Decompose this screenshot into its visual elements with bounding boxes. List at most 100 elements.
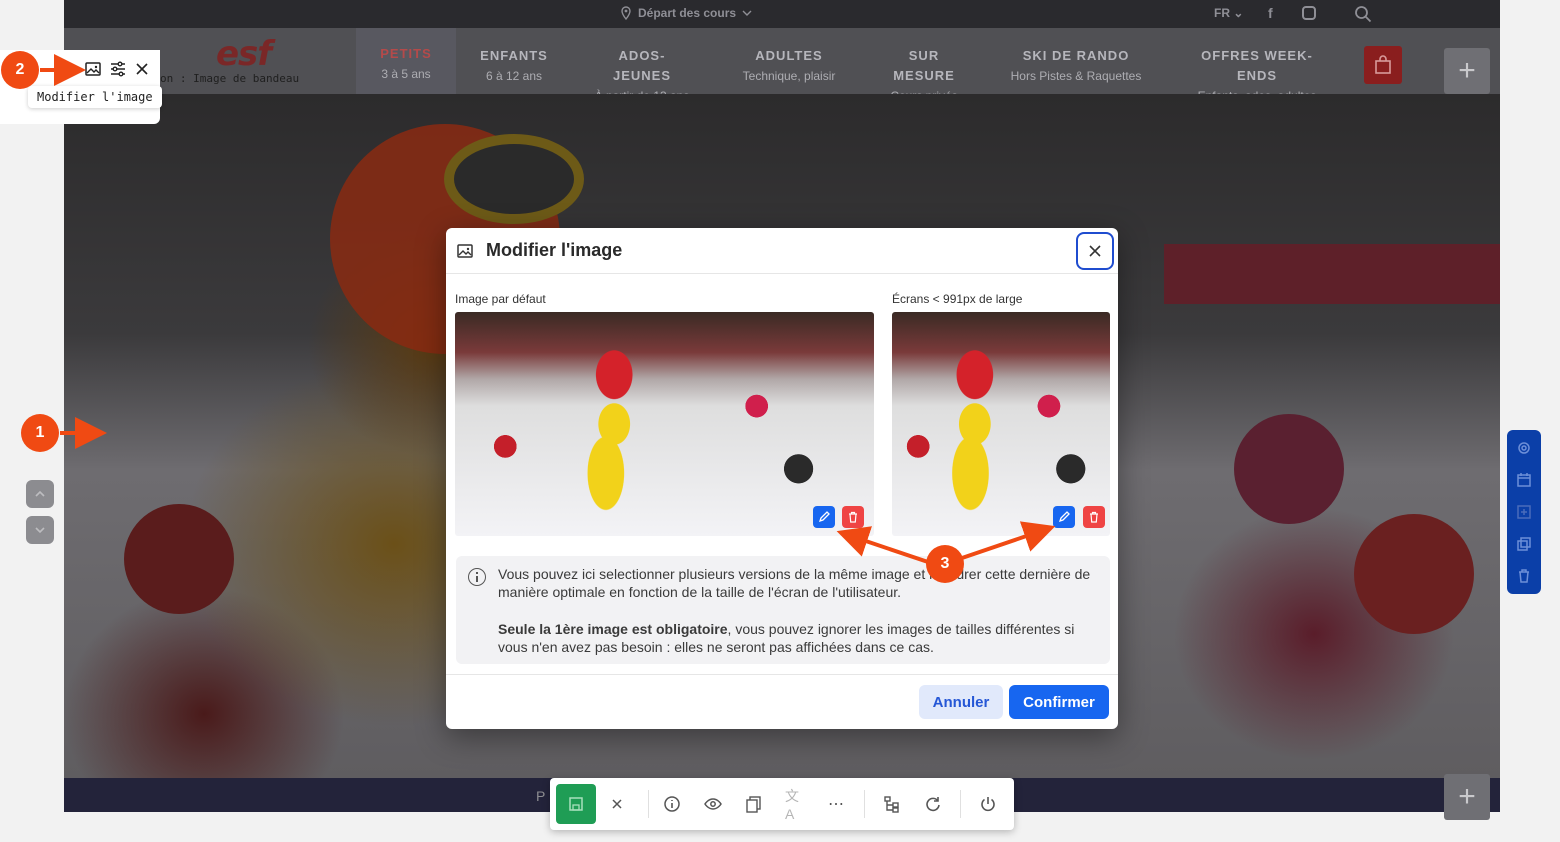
section-side-toolbar (1507, 430, 1541, 594)
trash-icon (849, 511, 857, 523)
nav-title: ENFANTS (480, 48, 548, 63)
section-name-label: on : Image de bandeau (160, 72, 300, 85)
nav-title-line1: SUR (908, 48, 940, 63)
annotation-badge-3: 3 (926, 545, 964, 583)
hero-kid-shape (1234, 414, 1344, 524)
depart-label: Départ des cours (638, 6, 737, 20)
tree-icon[interactable] (882, 794, 902, 814)
translate-icon[interactable]: 文A (785, 788, 805, 822)
nav-item-ski-de-rando[interactable]: SKI DE RANDO Hors Pistes & Raquettes (996, 46, 1156, 86)
small-screen-image-preview[interactable] (892, 312, 1110, 536)
nav-title-line2: JEUNES (612, 68, 672, 83)
modal-close-button[interactable] (1076, 232, 1114, 270)
partial-text: P (536, 788, 546, 804)
refresh-icon[interactable] (923, 794, 943, 814)
edit-default-image-button[interactable] (813, 506, 835, 528)
editor-bottom-toolbar: P 文A ⋯ (536, 778, 1014, 830)
pages-icon[interactable] (744, 794, 764, 814)
preview-photo (455, 312, 874, 536)
modal-header: Modifier l'image (446, 228, 1118, 274)
language-label: FR (1214, 6, 1230, 20)
trash-icon[interactable] (1516, 568, 1532, 584)
add-section-top-button[interactable]: + (1444, 48, 1490, 94)
modal-title: Modifier l'image (486, 240, 623, 260)
modal-footer-divider (446, 674, 1118, 675)
shopping-bag-icon (1375, 55, 1391, 74)
add-section-bottom-button[interactable]: + (1444, 774, 1490, 820)
trash-icon (1090, 511, 1098, 523)
image-icon[interactable] (84, 60, 102, 78)
nav-sub: 6 à 12 ans (485, 69, 543, 83)
move-up-button[interactable] (26, 480, 54, 508)
small-screen-image-label: Écrans < 991px de large (892, 292, 1023, 306)
chevron-down-icon (35, 527, 45, 534)
toolbar-divider (648, 790, 649, 818)
chevron-down-icon (742, 10, 752, 16)
pencil-icon (818, 511, 830, 523)
info-icon (468, 568, 486, 586)
hero-esf-banner-shape (1164, 244, 1500, 304)
modifier-image-modal: Modifier l'image Image par défaut Écrans… (446, 228, 1118, 729)
esf-logo[interactable]: esf (216, 34, 272, 74)
image-icon (457, 244, 473, 258)
sliders-icon[interactable] (109, 60, 127, 78)
info-icon[interactable] (662, 794, 682, 814)
language-selector[interactable]: FR ⌄ (1214, 6, 1243, 20)
confirm-button[interactable]: Confirmer (1009, 685, 1109, 719)
delete-small-image-button[interactable] (1083, 506, 1105, 528)
annotation-badge-1: 1 (21, 414, 59, 452)
nav-title-line2: ENDS (1236, 68, 1278, 83)
nav-item-enfants[interactable]: ENFANTS 6 à 12 ans (459, 46, 569, 86)
calendar-icon[interactable] (1516, 472, 1532, 488)
toolbar-divider (960, 790, 961, 818)
eye-icon[interactable] (703, 794, 723, 814)
instagram-icon[interactable] (1302, 6, 1316, 20)
nav-title-line1: OFFRES WEEK- (1201, 48, 1313, 63)
nav-item-adultes[interactable]: ADULTES Technique, plaisir (724, 46, 854, 86)
info-box: Vous pouvez ici selectionner plusieurs v… (456, 556, 1110, 664)
plus-icon: + (1458, 780, 1476, 813)
move-down-button[interactable] (26, 516, 54, 544)
preview-photo (892, 312, 1110, 536)
site-topbar: Départ des cours FR ⌄ f (64, 0, 1500, 28)
power-icon[interactable] (978, 794, 998, 814)
pencil-icon (1058, 511, 1070, 523)
nav-title: PETITS (380, 46, 432, 61)
save-icon (569, 797, 583, 811)
search-icon[interactable] (1354, 5, 1372, 23)
settings-icon[interactable] (1516, 440, 1532, 456)
info-strong: Seule la 1ère image est obligatoire (498, 621, 728, 637)
cancel-button[interactable]: Annuler (919, 685, 1003, 719)
hero-kid-shape (124, 504, 234, 614)
cart-button[interactable] (1364, 46, 1402, 84)
edit-small-image-button[interactable] (1053, 506, 1075, 528)
modifier-image-tooltip: Modifier l'image (28, 86, 162, 108)
default-image-preview[interactable] (455, 312, 874, 536)
save-button[interactable] (556, 784, 596, 824)
nav-title-line1: ADOS- (618, 48, 666, 63)
info-text-1: Vous pouvez ici selectionner plusieurs v… (498, 566, 1091, 600)
chevron-up-icon (35, 490, 45, 497)
hero-goggle-shape (444, 134, 584, 224)
nav-sub: 3 à 5 ans (381, 67, 431, 81)
toolbar-divider (864, 790, 865, 818)
default-image-label: Image par défaut (455, 292, 546, 306)
editor-right-gutter (1500, 0, 1560, 842)
close-icon[interactable] (607, 794, 627, 814)
depart-des-cours-dropdown[interactable]: Départ des cours (620, 6, 752, 20)
facebook-icon[interactable]: f (1268, 5, 1273, 21)
location-pin-icon (621, 6, 631, 20)
annotation-badge-2: 2 (1, 51, 39, 89)
plus-icon: + (1458, 54, 1476, 87)
add-box-icon[interactable] (1516, 504, 1532, 520)
hero-kid-shape (1354, 514, 1474, 634)
close-icon[interactable] (133, 60, 151, 78)
more-icon[interactable]: ⋯ (826, 794, 846, 814)
close-icon (1089, 245, 1101, 257)
delete-default-image-button[interactable] (842, 506, 864, 528)
info-text-2: Seule la 1ère image est obligatoire, vou… (498, 620, 1098, 656)
nav-title-line2: MESURE (893, 68, 955, 83)
duplicate-icon[interactable] (1516, 536, 1532, 552)
nav-sub: Technique, plaisir (742, 69, 836, 83)
nav-item-petits[interactable]: PETITS 3 à 5 ans (356, 28, 456, 94)
